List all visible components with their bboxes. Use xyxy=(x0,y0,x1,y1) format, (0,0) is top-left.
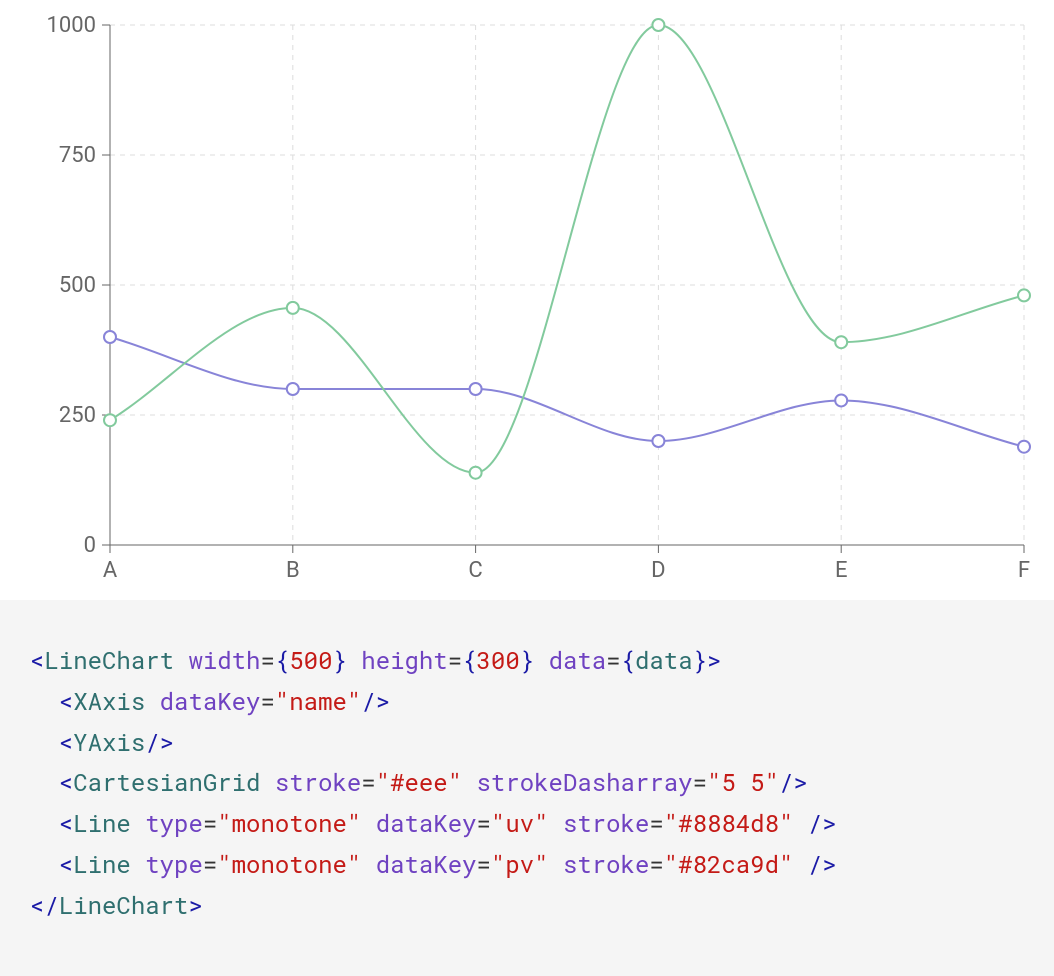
code-tag: Line xyxy=(73,848,131,880)
chart-svg: 0 250 500 750 1000 A B C D E F xyxy=(0,0,1054,600)
code-eq: = xyxy=(448,644,462,676)
code-brace: } xyxy=(693,644,707,676)
code-angle: </ xyxy=(30,889,59,921)
y-tick-label: 250 xyxy=(59,403,96,428)
code-angle: < xyxy=(59,685,73,717)
code-eq: = xyxy=(361,766,375,798)
code-attr: dataKey xyxy=(160,685,261,717)
code-attr: type xyxy=(145,848,203,880)
code-eq: = xyxy=(649,807,663,839)
y-tick-label: 750 xyxy=(59,143,96,168)
code-str: "monotone" xyxy=(217,807,361,839)
code-angle: /> xyxy=(808,807,837,839)
code-str: "#eee" xyxy=(376,766,462,798)
code-angle: /> xyxy=(361,685,390,717)
x-tick-label: F xyxy=(1018,558,1030,583)
code-tag: XAxis xyxy=(73,685,145,717)
code-str: "name" xyxy=(275,685,361,717)
code-angle: /> xyxy=(145,726,174,758)
y-tick-label: 1000 xyxy=(47,13,96,38)
code-eq: = xyxy=(477,848,491,880)
data-point-uv xyxy=(1018,441,1030,453)
code-str: "monotone" xyxy=(217,848,361,880)
code-brace: { xyxy=(462,644,476,676)
code-attr: dataKey xyxy=(376,807,477,839)
code-attr: type xyxy=(145,807,203,839)
code-tag: CartesianGrid xyxy=(73,766,260,798)
data-point-uv xyxy=(835,394,847,406)
code-angle: < xyxy=(30,644,44,676)
code-angle: < xyxy=(59,807,73,839)
data-point-pv xyxy=(835,336,847,348)
code-eq: = xyxy=(203,848,217,880)
x-tick-label: C xyxy=(468,558,482,583)
data-point-uv xyxy=(287,383,299,395)
code-eq: = xyxy=(649,848,663,880)
data-point-pv xyxy=(652,19,664,31)
code-attr: width xyxy=(188,644,260,676)
x-tick-label: A xyxy=(103,558,118,583)
data-point-uv xyxy=(470,383,482,395)
code-example: <LineChart width={500} height={300} data… xyxy=(0,600,1054,976)
code-brace: { xyxy=(275,644,289,676)
code-eq: = xyxy=(203,807,217,839)
code-tag: Line xyxy=(73,807,131,839)
code-attr: stroke xyxy=(563,848,649,880)
code-ident: data xyxy=(635,644,693,676)
code-angle: < xyxy=(59,726,73,758)
data-point-uv xyxy=(104,331,116,343)
code-str: "pv" xyxy=(491,848,549,880)
code-eq: = xyxy=(606,644,620,676)
code-attr: data xyxy=(549,644,607,676)
line-chart: 0 250 500 750 1000 A B C D E F xyxy=(0,0,1054,600)
series-uv xyxy=(110,337,1024,447)
code-attr: dataKey xyxy=(376,848,477,880)
code-angle: > xyxy=(188,889,202,921)
y-tick-label: 500 xyxy=(59,273,96,298)
code-eq: = xyxy=(260,685,274,717)
data-point-uv xyxy=(652,435,664,447)
data-point-pv xyxy=(287,302,299,314)
code-eq: = xyxy=(260,644,274,676)
code-angle: < xyxy=(59,766,73,798)
code-angle: > xyxy=(707,644,721,676)
code-tag: YAxis xyxy=(73,726,145,758)
code-attr: stroke xyxy=(275,766,361,798)
code-brace: } xyxy=(520,644,534,676)
code-attr: strokeDasharray xyxy=(477,766,693,798)
x-tick-label: B xyxy=(286,558,300,583)
x-tick-label: D xyxy=(651,558,665,583)
code-angle: /> xyxy=(808,848,837,880)
code-tag: LineChart xyxy=(44,644,174,676)
code-eq: = xyxy=(477,807,491,839)
code-str: "5 5" xyxy=(707,766,779,798)
data-point-pv xyxy=(104,414,116,426)
code-str: "#8884d8" xyxy=(664,807,794,839)
code-tag: LineChart xyxy=(59,889,189,921)
code-brace: { xyxy=(621,644,635,676)
code-num: 500 xyxy=(289,644,332,676)
y-tick-label: 0 xyxy=(84,533,96,558)
code-attr: stroke xyxy=(563,807,649,839)
data-point-pv xyxy=(470,467,482,479)
code-eq: = xyxy=(693,766,707,798)
code-attr: height xyxy=(361,644,447,676)
code-angle: /> xyxy=(779,766,808,798)
code-angle: < xyxy=(59,848,73,880)
code-str: "#82ca9d" xyxy=(664,848,794,880)
code-brace: } xyxy=(332,644,346,676)
x-tick-label: E xyxy=(835,558,848,583)
data-point-pv xyxy=(1018,289,1030,301)
code-str: "uv" xyxy=(491,807,549,839)
code-num: 300 xyxy=(477,644,520,676)
